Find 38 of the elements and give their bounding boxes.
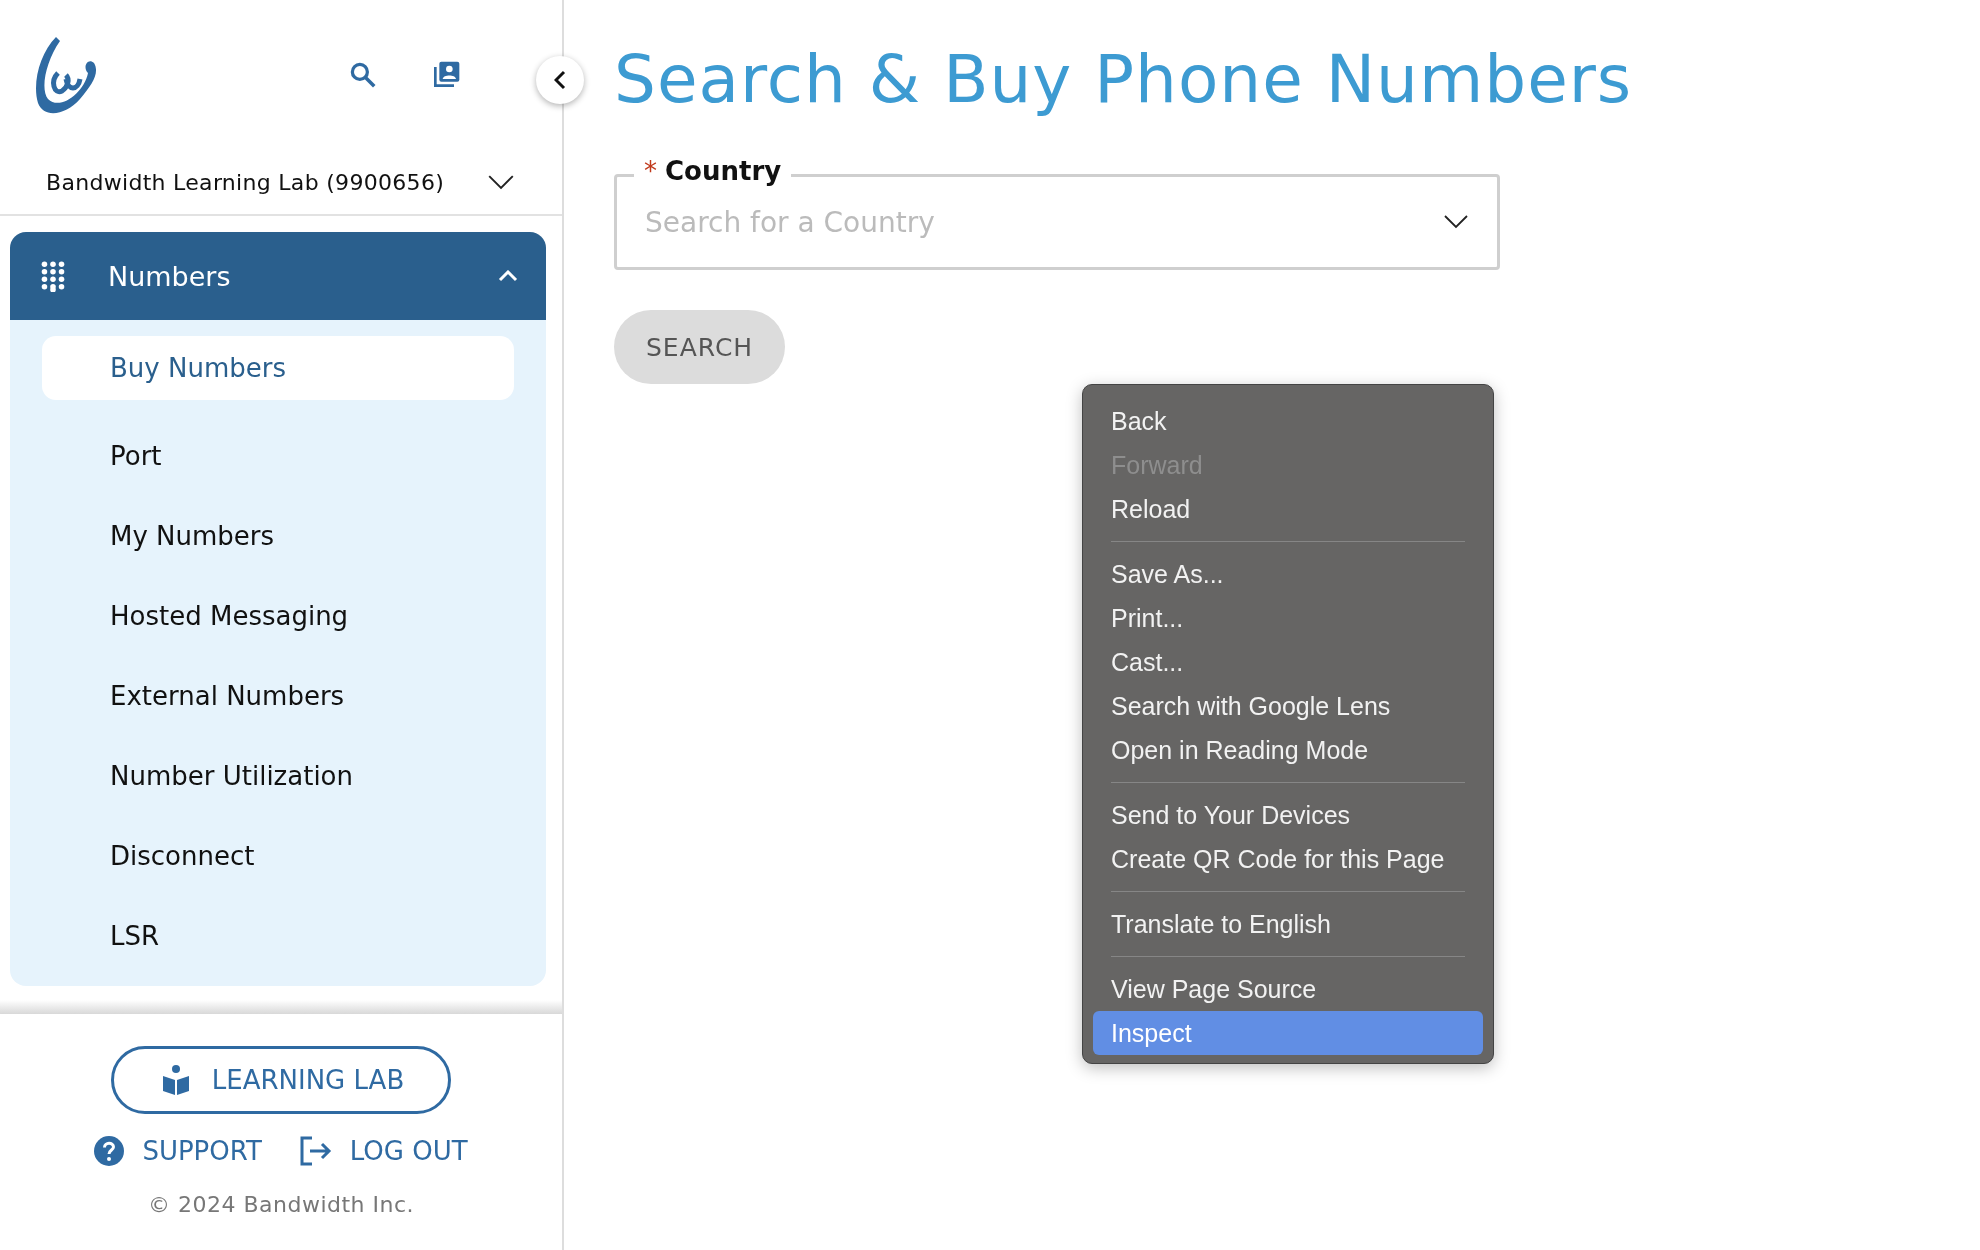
menu-item[interactable]: Search with Google Lens (1093, 684, 1483, 728)
sidebar-item[interactable]: Number Utilization (42, 736, 514, 816)
help-icon (94, 1136, 125, 1166)
copyright: © 2024 Bandwidth Inc. (147, 1192, 415, 1217)
menu-item[interactable]: Save As... (1093, 552, 1483, 596)
chevron-down-icon[interactable] (1444, 215, 1468, 229)
sidebar-item[interactable]: Disconnect (42, 816, 514, 896)
page-title: Search & Buy Phone Numbers (614, 40, 1634, 120)
menu-item[interactable]: Inspect (1093, 1011, 1483, 1055)
section-header[interactable]: Numbers (10, 232, 546, 320)
menu-item[interactable]: Translate to English (1093, 902, 1483, 946)
chevron-left-icon (554, 70, 566, 90)
chevron-icon (498, 270, 518, 282)
sidebar-item[interactable]: Buy Numbers (42, 336, 514, 400)
support-link[interactable]: SUPPORT (94, 1136, 262, 1166)
menu-item[interactable]: View Page Source (1093, 967, 1483, 1011)
menu-item[interactable]: Reload (1093, 487, 1483, 531)
dialpad-icon (40, 260, 66, 292)
sidebar-item[interactable]: Port (42, 416, 514, 496)
menu-item[interactable]: Cast... (1093, 640, 1483, 684)
logout-icon (299, 1136, 332, 1166)
menu-item[interactable]: Back (1093, 399, 1483, 443)
sidebar-item[interactable]: Hosted Messaging (42, 576, 514, 656)
collapse-button[interactable] (536, 56, 584, 104)
sidebar-item[interactable]: My Numbers (42, 496, 514, 576)
menu-item[interactable]: Open in Reading Mode (1093, 728, 1483, 772)
sidebar-item[interactable]: External Numbers (42, 656, 514, 736)
menu-item[interactable]: Create QR Code for this Page (1093, 837, 1483, 881)
menu-item[interactable]: Print... (1093, 596, 1483, 640)
logout-link[interactable]: LOG OUT (299, 1136, 468, 1166)
account-name: Bandwidth Learning Lab (9900656) (46, 169, 445, 195)
learning-lab-button[interactable]: LEARNING LAB (110, 1046, 452, 1114)
search-icon[interactable] (348, 60, 378, 90)
search-button[interactable]: SEARCH (614, 310, 786, 384)
chevron-down-icon[interactable] (488, 174, 514, 190)
menu-item[interactable]: Send to Your Devices (1093, 793, 1483, 837)
book-reader-icon (161, 1064, 190, 1096)
sidebar-item[interactable]: LSR (42, 896, 514, 976)
